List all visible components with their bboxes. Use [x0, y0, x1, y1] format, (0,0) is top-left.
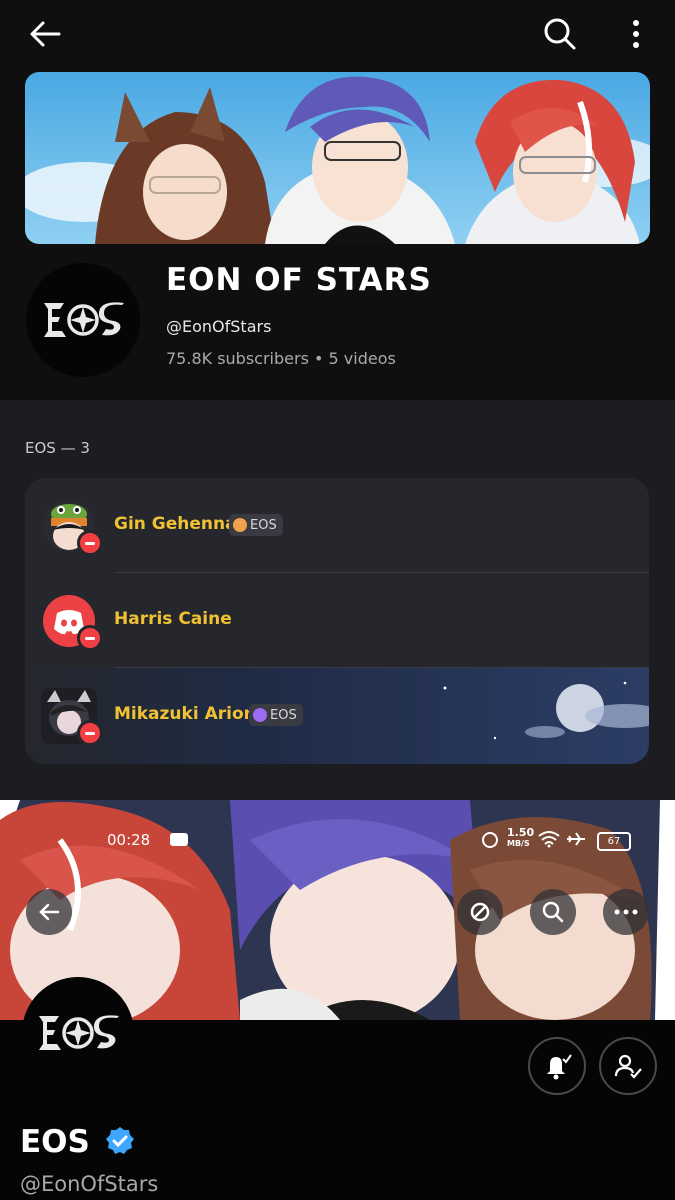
channel-stats: 75.8K subscribers • 5 videos	[166, 349, 396, 368]
channel-title: EON OF STARS	[166, 262, 432, 298]
banner-artwork	[25, 72, 650, 244]
more-vertical-icon	[633, 20, 639, 48]
alarm-icon	[482, 832, 498, 848]
following-button[interactable]	[599, 1037, 657, 1095]
wifi-icon	[538, 831, 560, 848]
member-name: Harris Caine	[114, 609, 232, 629]
heart-icon	[233, 518, 247, 532]
youtube-notification-icon	[170, 833, 188, 846]
member-name: Gin Gehenna	[114, 514, 237, 534]
moon-icon	[253, 708, 267, 722]
member-name: Mikazuki Arion	[114, 704, 256, 724]
network-speed: 1.50 MB/S	[507, 826, 535, 848]
dnd-status-icon	[77, 625, 103, 651]
dnd-status-icon	[77, 720, 103, 746]
user-check-icon	[614, 1054, 642, 1079]
search-button[interactable]	[538, 12, 582, 56]
verified-badge-icon	[105, 1127, 134, 1154]
profile-avatar[interactable]	[22, 977, 134, 1089]
profile-handle: @EonOfStars	[20, 1172, 159, 1196]
role-tag: EOS	[229, 514, 283, 536]
role-tag: EOS	[249, 704, 303, 726]
more-horizontal-icon	[614, 909, 638, 915]
more-options-button[interactable]	[620, 12, 652, 56]
channel-handle: @EonOfStars	[166, 317, 272, 336]
member-row-mikazuki-arion[interactable]: Mikazuki Arion EOS	[25, 668, 649, 764]
search-icon	[544, 18, 576, 50]
member-list-card: Gin Gehenna EOS Harris Caine Mikazuki Ar…	[25, 478, 649, 764]
repost-button[interactable]	[457, 889, 503, 935]
channel-banner	[25, 72, 650, 244]
bell-check-icon	[547, 1054, 572, 1080]
channel-avatar[interactable]	[26, 263, 140, 377]
back-button[interactable]	[22, 14, 68, 54]
member-row-gin-gehenna[interactable]: Gin Gehenna EOS	[25, 478, 649, 573]
eos-logo-icon	[44, 302, 124, 337]
battery-indicator: 67	[597, 832, 631, 851]
notifications-button[interactable]	[528, 1037, 586, 1095]
profile-name: EOS	[20, 1124, 135, 1160]
member-row-harris-caine[interactable]: Harris Caine	[25, 573, 649, 668]
role-group-header: EOS — 3	[25, 439, 90, 457]
eos-logo-icon	[39, 1015, 119, 1050]
search-button[interactable]	[530, 889, 576, 935]
more-options-button[interactable]	[603, 889, 649, 935]
back-button[interactable]	[26, 889, 72, 935]
arrow-left-icon	[39, 903, 60, 921]
dnd-status-icon	[77, 530, 103, 556]
repost-icon	[470, 902, 490, 922]
arrow-left-icon	[30, 21, 61, 47]
status-time: 00:28	[107, 831, 151, 849]
airplane-mode-icon	[567, 832, 585, 846]
search-icon	[542, 901, 564, 923]
